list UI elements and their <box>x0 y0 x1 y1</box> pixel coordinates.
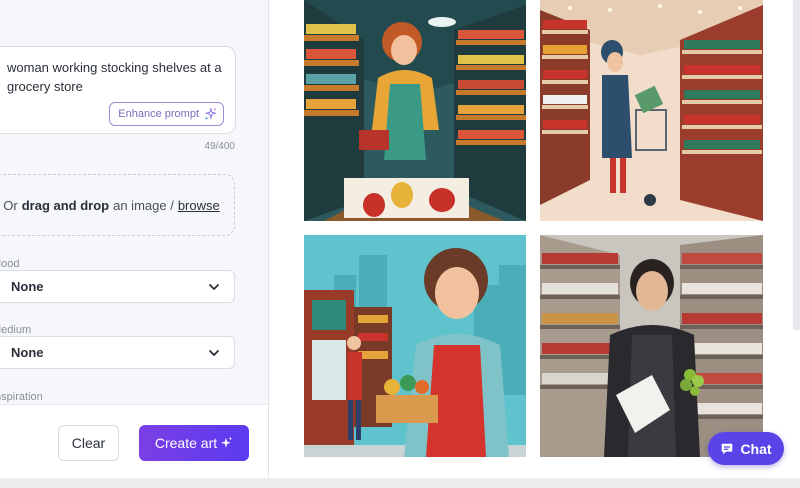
grocery-illustration-3 <box>304 235 526 457</box>
chat-label: Chat <box>740 440 772 457</box>
chevron-down-icon <box>209 350 219 356</box>
clear-button[interactable]: Clear <box>58 425 119 461</box>
sparkle-icon <box>204 107 217 121</box>
generated-image-2[interactable] <box>540 0 763 221</box>
mood-select[interactable]: None <box>0 270 235 303</box>
image-drop-zone[interactable]: Or drag and drop an image / browse <box>0 174 235 236</box>
chevron-down-icon <box>209 284 219 290</box>
results-gallery <box>270 0 800 488</box>
bottom-strip <box>0 478 800 488</box>
inspiration-label: Inspiration <box>0 391 43 403</box>
drop-bold-text: drag and drop <box>21 197 110 213</box>
character-count: 49/400 <box>204 141 235 152</box>
browse-link[interactable]: browse <box>178 198 220 213</box>
grocery-illustration-1 <box>304 0 526 221</box>
medium-select[interactable]: None <box>0 336 235 369</box>
grocery-illustration-2 <box>540 0 763 221</box>
chat-button[interactable]: Chat <box>708 432 784 465</box>
enhance-prompt-label: Enhance prompt <box>118 108 199 120</box>
chat-bubble-icon <box>722 443 733 454</box>
generated-image-3[interactable] <box>304 235 526 457</box>
grocery-photo-4 <box>540 235 763 457</box>
mood-value: None <box>11 279 44 294</box>
prompt-text[interactable]: woman working stocking shelves at a groc… <box>7 58 227 96</box>
left-panel: woman working stocking shelves at a groc… <box>0 0 269 488</box>
enhance-prompt-button[interactable]: Enhance prompt <box>109 102 224 126</box>
prompt-textarea[interactable]: woman working stocking shelves at a groc… <box>0 46 236 134</box>
drop-middle-text: an image / <box>113 197 174 213</box>
create-art-label: Create art <box>154 435 218 451</box>
gallery-scrollbar[interactable] <box>793 0 800 330</box>
sparkle-icon <box>221 436 233 448</box>
medium-value: None <box>11 345 44 360</box>
action-bar: Clear Create art <box>0 404 268 488</box>
drop-prefix: Or <box>3 197 18 213</box>
generated-image-1[interactable] <box>304 0 526 221</box>
generated-image-4[interactable] <box>540 235 763 457</box>
mood-label: Mood <box>0 258 20 270</box>
create-art-button[interactable]: Create art <box>139 425 249 461</box>
medium-label: Medium <box>0 324 32 336</box>
